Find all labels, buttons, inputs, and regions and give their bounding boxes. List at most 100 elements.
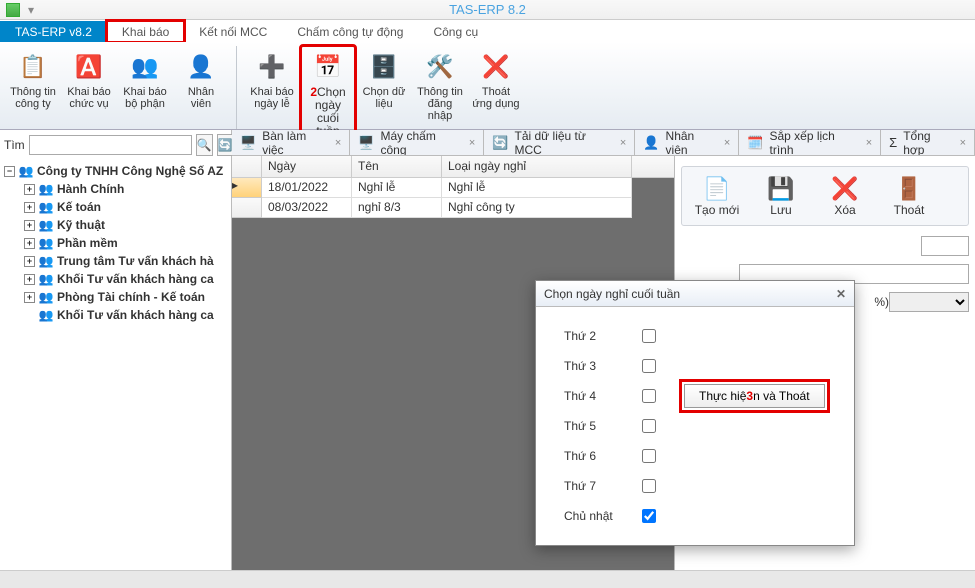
- ribbon-btn-label: Khai báo ngày lễ: [248, 86, 296, 110]
- thoat-ung-dung-button[interactable]: ❌ Thoát ứng dụng: [469, 46, 523, 115]
- weekday-label: Thứ 3: [564, 359, 624, 373]
- thuc-hien-thoat-button[interactable]: Thực hiệ3n và Thoát: [684, 384, 825, 408]
- tree-expand-icon[interactable]: +: [24, 184, 35, 195]
- weekday-row: Chủ nhật: [564, 501, 826, 531]
- cell-ten[interactable]: Nghỉ lễ: [352, 178, 442, 198]
- people-icon: 👥: [38, 200, 54, 214]
- tree-node[interactable]: + 👥 Phần mềm: [4, 234, 227, 252]
- tree-expand-icon[interactable]: +: [24, 256, 35, 267]
- doc-tab[interactable]: Σ Tổng hợp ×: [881, 130, 975, 155]
- cell-ngay[interactable]: 18/01/2022: [262, 178, 352, 198]
- col-header-ten[interactable]: Tên: [352, 156, 442, 177]
- tab-icon: 🔄: [492, 135, 508, 151]
- weekday-label: Chủ nhật: [564, 509, 624, 523]
- doc-tab[interactable]: 🖥️ Máy chấm công ×: [350, 130, 484, 155]
- cell-ten[interactable]: nghỉ 8/3: [352, 198, 442, 218]
- tab-close-icon[interactable]: ×: [469, 137, 475, 149]
- tree-expand-icon[interactable]: +: [24, 238, 35, 249]
- tab-close-icon[interactable]: ×: [866, 137, 872, 149]
- weekday-label: Thứ 5: [564, 419, 624, 433]
- tree-node[interactable]: + 👥 Khối Tư vấn khách hàng ca: [4, 270, 227, 288]
- row-header[interactable]: [232, 198, 262, 218]
- weekday-checkbox[interactable]: [642, 479, 656, 493]
- doc-tab[interactable]: 👤 Nhân viên ×: [635, 130, 739, 155]
- col-header-loai[interactable]: Loại ngày nghỉ: [442, 156, 632, 177]
- exit-icon: 🚪: [880, 175, 938, 203]
- grid-header-row: Ngày Tên Loại ngày nghỉ: [232, 156, 674, 178]
- doc-tab[interactable]: 🗓️ Sắp xếp lịch trình ×: [739, 130, 881, 155]
- search-button[interactable]: 🔍: [196, 134, 213, 156]
- tab-close-icon[interactable]: ×: [960, 137, 966, 149]
- tree-root[interactable]: − 👥 Công ty TNHH Công Nghệ Số AZ: [4, 162, 227, 180]
- weekday-checkbox[interactable]: [642, 359, 656, 373]
- ribbon-tab-cham-cong[interactable]: Chấm công tự động: [282, 21, 418, 42]
- form-spinner[interactable]: [921, 236, 969, 256]
- tree-node[interactable]: + 👥 Kế toán: [4, 198, 227, 216]
- weekday-checkbox[interactable]: [642, 449, 656, 463]
- cell-loai[interactable]: Nghỉ lễ: [442, 178, 632, 198]
- form-select[interactable]: [889, 292, 969, 312]
- tree-node[interactable]: 👥 Khối Tư vấn khách hàng ca: [4, 306, 227, 324]
- tab-label: Nhân viên: [666, 130, 718, 156]
- ribbon-btn-label: Khai báo bộ phận: [121, 86, 169, 110]
- weekday-label: Thứ 7: [564, 479, 624, 493]
- people-icon: 👥: [38, 272, 54, 286]
- doc-tab[interactable]: 🖥️ Bàn làm việc ×: [232, 130, 350, 155]
- ribbon-tab-cong-cu[interactable]: Công cụ: [418, 21, 493, 42]
- cell-loai[interactable]: Nghỉ công ty: [442, 198, 632, 218]
- tree-node[interactable]: + 👥 Hành Chính: [4, 180, 227, 198]
- weekday-checkbox[interactable]: [642, 389, 656, 403]
- tree-node[interactable]: + 👥 Trung tâm Tư vấn khách hà: [4, 252, 227, 270]
- calendar-icon: 📅: [312, 51, 344, 83]
- weekday-checkbox[interactable]: [642, 329, 656, 343]
- chon-ngay-cuoi-tuan-button[interactable]: 📅 2Chọn ngày cuối tuần: [301, 46, 355, 143]
- app-title: TAS-ERP 8.2: [449, 2, 526, 17]
- tao-moi-button[interactable]: 📄 Tạo mới: [688, 175, 746, 217]
- highlight-number: 2: [310, 85, 317, 99]
- tree-expand-icon[interactable]: +: [24, 274, 35, 285]
- grid-row[interactable]: ▸ 18/01/2022 Nghỉ lễ Nghỉ lễ: [232, 178, 674, 198]
- qat-icon[interactable]: [6, 3, 20, 17]
- weekday-checkbox[interactable]: [642, 509, 656, 523]
- grid-row[interactable]: 08/03/2022 nghỉ 8/3 Nghỉ công ty: [232, 198, 674, 218]
- khai-bao-ngay-le-button[interactable]: ➕ Khai báo ngày lễ: [245, 46, 299, 115]
- find-row: Tìm 🔍 🔄: [0, 130, 231, 160]
- nhan-vien-button[interactable]: 👤 Nhân viên: [174, 46, 228, 115]
- row-header[interactable]: ▸: [232, 178, 262, 198]
- tab-close-icon[interactable]: ×: [620, 137, 626, 149]
- thong-tin-cong-ty-button[interactable]: 📋 Thông tin công ty: [6, 46, 60, 115]
- tree-node[interactable]: + 👥 Kỹ thuật: [4, 216, 227, 234]
- thoat-button[interactable]: 🚪 Thoát: [880, 175, 938, 217]
- ribbon-tab-ket-noi-mcc[interactable]: Kết nối MCC: [184, 21, 282, 42]
- tab-close-icon[interactable]: ×: [724, 137, 730, 149]
- tree-expand-icon[interactable]: +: [24, 292, 35, 303]
- cell-ngay[interactable]: 08/03/2022: [262, 198, 352, 218]
- luu-button[interactable]: 💾 Lưu: [752, 175, 810, 217]
- tree-node[interactable]: + 👥 Phòng Tài chính - Kế toán: [4, 288, 227, 306]
- qat-dropdown-icon[interactable]: ▾: [26, 3, 36, 17]
- khai-bao-chuc-vu-button[interactable]: 🅰️ Khai báo chức vụ: [62, 46, 116, 115]
- col-header-ngay[interactable]: Ngày: [262, 156, 352, 177]
- ribbon-btn-label: Thông tin công ty: [9, 86, 57, 110]
- tab-icon: 🖥️: [358, 135, 374, 151]
- weekday-checkbox[interactable]: [642, 419, 656, 433]
- tree-expand-icon[interactable]: +: [24, 202, 35, 213]
- dialog-title-bar[interactable]: Chọn ngày nghỉ cuối tuần ✕: [536, 281, 854, 307]
- ribbon-tab-khai-bao[interactable]: Khai báo: [107, 21, 184, 42]
- org-tree[interactable]: − 👥 Công ty TNHH Công Nghệ Số AZ + 👥 Hàn…: [0, 160, 231, 570]
- thong-tin-dang-nhap-button[interactable]: 🛠️ Thông tin đăng nhập: [413, 46, 467, 127]
- xoa-button[interactable]: ❌ Xóa: [816, 175, 874, 217]
- find-input[interactable]: [29, 135, 192, 155]
- tree-collapse-icon[interactable]: −: [4, 166, 15, 177]
- tab-close-icon[interactable]: ×: [335, 137, 341, 149]
- doc-tab[interactable]: 🔄 Tải dữ liệu từ MCC ×: [484, 130, 635, 155]
- clipboard-icon: 📋: [17, 51, 49, 83]
- dialog-close-button[interactable]: ✕: [836, 287, 846, 301]
- ribbon-btn-label: Thoát ứng dụng: [472, 86, 520, 110]
- ribbon-app-tab[interactable]: TAS-ERP v8.2: [0, 21, 107, 42]
- tab-label: Tổng hợp: [903, 130, 953, 156]
- form-btn-label: Thoát: [880, 203, 938, 217]
- khai-bao-bo-phan-button[interactable]: 👥 Khai báo bộ phận: [118, 46, 172, 115]
- chon-du-lieu-button[interactable]: 🗄️ Chọn dữ liệu: [357, 46, 411, 115]
- tree-expand-icon[interactable]: +: [24, 220, 35, 231]
